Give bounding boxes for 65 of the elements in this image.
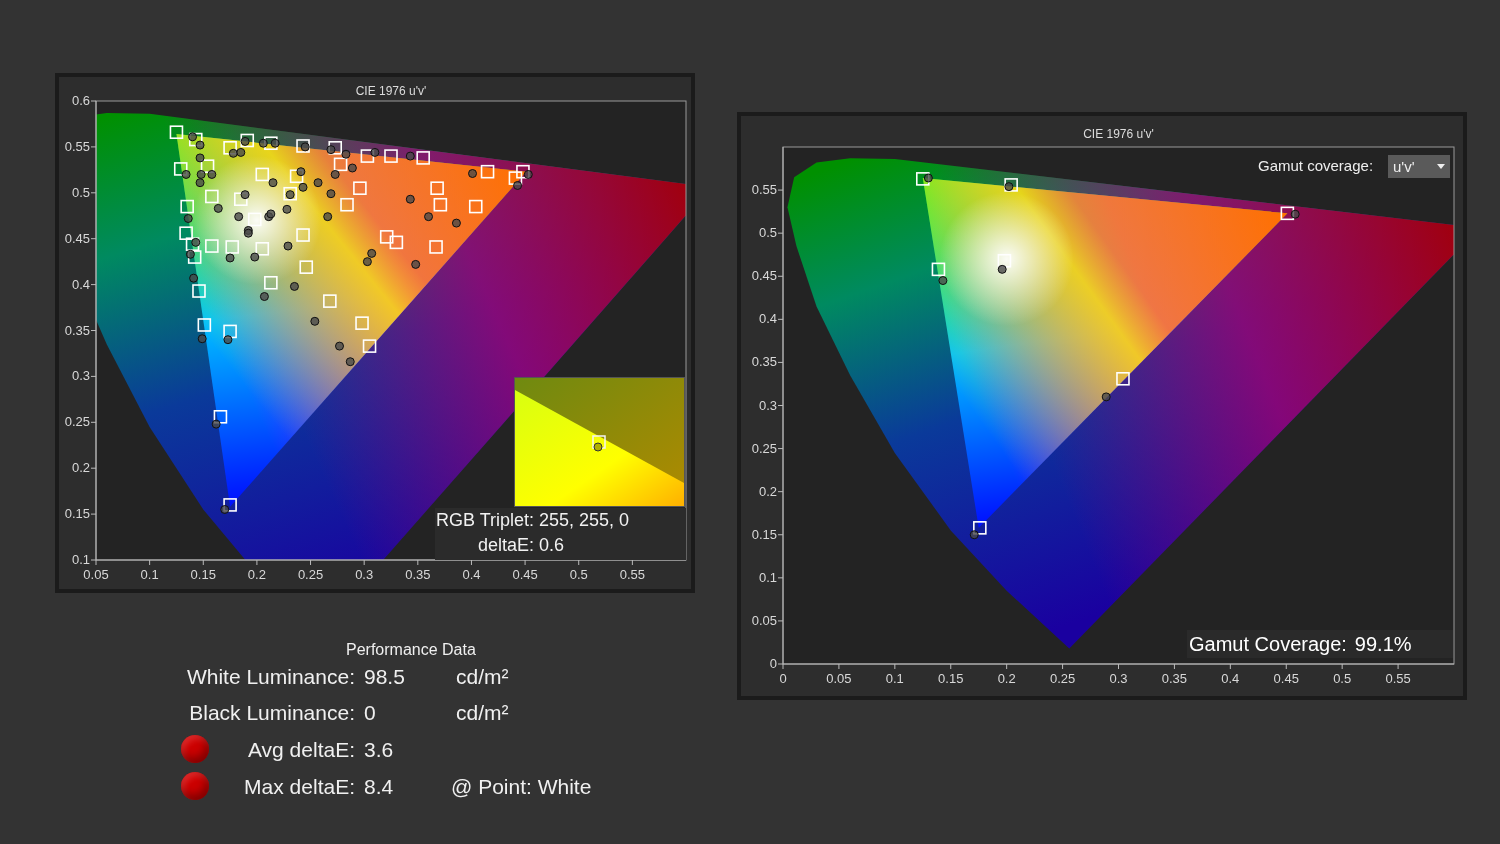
axis-tick-label: 0.05: [826, 671, 852, 686]
axis-tick-label: 0.45: [512, 567, 538, 582]
gamut-coverage-label: Gamut coverage:: [1258, 157, 1374, 174]
metric-value: 98.5: [364, 664, 406, 690]
axis-tick-label: 0.4: [71, 276, 90, 292]
axis-tick-label: 0.45: [1273, 671, 1299, 686]
axis-tick-label: 0.25: [64, 414, 90, 430]
axis-tick-label: 0.5: [1333, 671, 1352, 686]
axis-tick-label: 0.35: [64, 322, 90, 338]
axis-tick-label: 0.15: [190, 567, 216, 582]
axis-tick-label: 0.2: [997, 671, 1016, 686]
axis-tick-label: 0.25: [297, 567, 324, 582]
axis-tick-label: 0.25: [751, 440, 777, 456]
point-note: @ Point: White: [451, 774, 592, 798]
axis-tick-label: 0.5: [758, 225, 777, 241]
axis-tick-label: 0.5: [569, 567, 588, 582]
unit-label: cd/m²: [456, 701, 509, 724]
axis-tick-label: 0.05: [83, 567, 109, 582]
metric-label: White Luminance:: [186, 664, 355, 690]
axis-tick-label: 0.55: [1385, 671, 1411, 686]
axis-tick-label: 0.15: [938, 671, 964, 686]
metric-value: 8.4: [364, 773, 395, 800]
axis-tick-label: 0.35: [405, 567, 431, 582]
axis-tick-label: 0.2: [247, 567, 266, 582]
axis-tick-label: 0: [779, 671, 787, 686]
axis-tick-label: 0.15: [64, 506, 90, 522]
metric-label: Avg deltaE:: [247, 736, 355, 763]
axis-tick-label: 0.3: [71, 368, 90, 384]
axis-tick-label: 0: [769, 656, 777, 671]
rgb-triplet-text: RGB Triplet: 255, 255, 0: [436, 509, 631, 532]
gamut-coverage-label: Gamut Coverage:: [1189, 632, 1347, 656]
axis-tick-label: 0.6: [71, 93, 90, 108]
metric-label: Black Luminance:: [189, 700, 355, 726]
axis-tick-label: 0.3: [758, 397, 777, 413]
delta-e-text: deltaE: 0.6: [477, 534, 566, 557]
axis-tick-label: 0.4: [758, 311, 777, 327]
axis-tick-label: 0.1: [71, 552, 90, 567]
axis-tick-label: 0.55: [751, 182, 777, 198]
axis-tick-label: 0.15: [751, 526, 777, 542]
axis-tick-label: 0.4: [462, 567, 481, 582]
axis-tick-label: 0.1: [140, 567, 159, 582]
axis-tick-label: 0.45: [751, 268, 777, 284]
axis-tick-label: 0.2: [758, 483, 777, 499]
section-title: Performance Data: [346, 641, 476, 659]
axis-tick-label: 0.35: [751, 354, 777, 370]
axis-tick-label: 0.5: [71, 184, 90, 200]
gamut-coverage-value: 99.1%: [1354, 632, 1412, 656]
axis-tick-label: 0.1: [758, 569, 777, 585]
axis-tick-label: 0.2: [71, 460, 90, 476]
chart-title: CIE 1976 u'v': [355, 84, 427, 98]
axis-tick-label: 0.45: [64, 230, 90, 246]
axis-tick-label: 0.55: [619, 567, 645, 582]
axis-tick-label: 0.55: [64, 138, 90, 154]
metric-value: 0: [364, 700, 377, 726]
metric-value: 3.6: [364, 736, 395, 763]
axis-tick-label: 0.25: [1049, 671, 1076, 686]
chart-title: CIE 1976 u'v': [1083, 127, 1154, 141]
axis-tick-label: 0.4: [1221, 671, 1240, 686]
unit-label: cd/m²: [456, 665, 509, 688]
axis-tick-label: 0.3: [1109, 671, 1128, 686]
axis-tick-label: 0.05: [751, 612, 777, 628]
metric-label: Max deltaE:: [244, 773, 355, 800]
axis-tick-label: 0.1: [885, 671, 904, 686]
axis-tick-label: 0.3: [355, 567, 374, 582]
axis-tick-label: 0.35: [1161, 671, 1188, 686]
